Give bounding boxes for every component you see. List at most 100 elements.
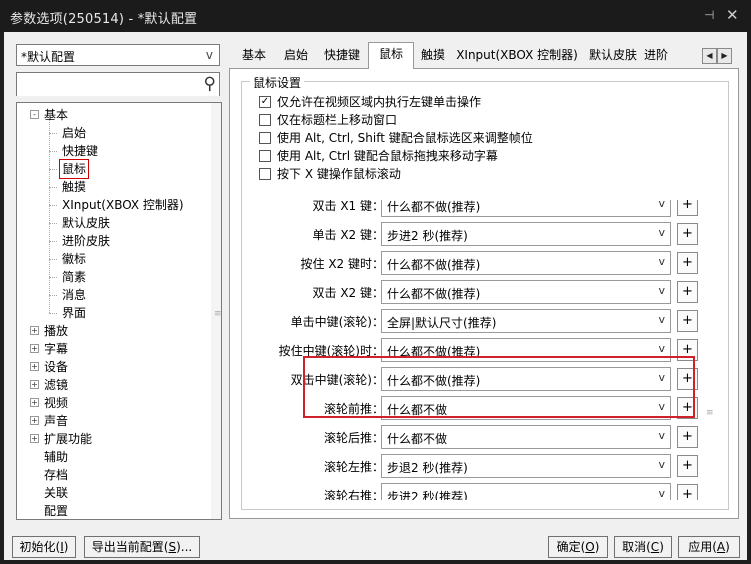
tab-1[interactable]: 启始 xyxy=(276,44,316,68)
action-select[interactable]: 什么都不做(推荐) v xyxy=(381,251,671,275)
expander-icon[interactable]: + xyxy=(30,380,39,389)
search-icon[interactable]: ⚲ xyxy=(204,74,216,94)
add-button[interactable]: + xyxy=(677,455,698,477)
chevron-down-icon: v xyxy=(658,200,665,210)
tree-line xyxy=(49,259,57,260)
expander-icon[interactable]: - xyxy=(30,110,39,119)
binding-label: 滚轮后推： xyxy=(323,431,384,445)
binding-list: 双击 X1 键： 什么都不做(推荐) v + 单击 X2 键： 步进2 秒(推荐) v + 按住… xyxy=(252,200,720,500)
tree-group-1-label: 字幕 xyxy=(44,342,69,356)
action-select-value: 步退2 秒(推荐) xyxy=(387,461,468,475)
tree-group-3-label: 滤镜 xyxy=(44,378,69,392)
checkbox[interactable] xyxy=(259,150,271,162)
tree-line xyxy=(49,313,57,314)
tree-leaf-0-label: 辅助 xyxy=(44,450,69,464)
scroll-grip-icon[interactable]: ≡ xyxy=(706,409,714,418)
tab-scroll: ◀ ▶ xyxy=(702,47,734,64)
group-title: 鼠标设置 xyxy=(250,74,305,91)
action-select-value: 什么都不做 xyxy=(387,432,448,446)
chevron-down-icon: v xyxy=(658,255,665,268)
tree-group-2-label: 设备 xyxy=(44,360,69,374)
add-button[interactable]: + xyxy=(677,426,698,448)
add-button[interactable]: + xyxy=(677,281,698,303)
chevron-down-icon: v xyxy=(658,313,665,326)
binding-label: 双击 X2 键： xyxy=(312,286,385,300)
export-button[interactable]: 导出当前配置(S)... xyxy=(84,536,200,558)
chevron-down-icon: v xyxy=(658,342,665,355)
action-select[interactable]: 全屏|默认尺寸(推荐) v xyxy=(381,309,671,333)
tab-scroll-left-icon[interactable]: ◀ xyxy=(702,48,717,64)
action-select-value: 什么都不做(推荐) xyxy=(387,258,481,272)
binding-label: 滚轮右推： xyxy=(323,489,384,500)
expander-icon[interactable]: + xyxy=(30,344,39,353)
tab-0[interactable]: 基本 xyxy=(232,44,276,68)
tree-item-0-label: 启始 xyxy=(62,126,87,140)
checkbox-label: 按下 X 键操作鼠标滚动 xyxy=(277,167,401,181)
tree-item-7-label: 徽标 xyxy=(62,252,87,266)
cancel-button-key: C xyxy=(650,540,660,554)
tab-6[interactable]: 默认皮肤 xyxy=(582,44,644,68)
tree-scrollbar[interactable]: ≡ xyxy=(211,103,222,519)
checkbox[interactable] xyxy=(259,168,271,180)
tab-4[interactable]: 触摸 xyxy=(414,44,452,68)
add-button[interactable]: + xyxy=(677,223,698,245)
apply-button[interactable]: 应用(A) xyxy=(678,536,740,558)
close-icon[interactable]: ✕ xyxy=(726,6,739,24)
scroll-grip-icon[interactable]: ≡ xyxy=(214,310,222,319)
settings-tree: - 基本 启始 快捷键 鼠标 触摸 XInput(XBOX 控制器) 默认皮肤 进阶皮肤 徽标 简素… xyxy=(16,102,222,520)
action-select[interactable]: 步退2 秒(推荐) v xyxy=(381,454,671,478)
chevron-down-icon: v xyxy=(658,284,665,297)
add-button[interactable]: + xyxy=(677,252,698,274)
init-button[interactable]: 初始化(I) xyxy=(12,536,76,558)
title-bar[interactable]: 参数选项(250514) - *默认配置 ⊣ ✕ xyxy=(0,0,751,32)
highlight-box xyxy=(303,356,695,418)
tree-line xyxy=(49,223,57,224)
expander-icon[interactable]: + xyxy=(30,362,39,371)
tree-item-1-label: 快捷键 xyxy=(62,144,99,158)
expander-icon[interactable]: + xyxy=(30,416,39,425)
action-select[interactable]: 什么都不做(推荐) v xyxy=(381,200,671,217)
tab-7[interactable]: 进阶 xyxy=(644,44,668,68)
chevron-down-icon: v xyxy=(658,429,665,442)
tree-line xyxy=(49,151,57,152)
expander-icon[interactable]: + xyxy=(30,398,39,407)
tree-group-4-label: 视频 xyxy=(44,396,69,410)
tab-3[interactable]: 鼠标 xyxy=(368,42,414,69)
action-select-value: 全屏|默认尺寸(推荐) xyxy=(387,316,497,330)
action-select[interactable]: 什么都不做 v xyxy=(381,425,671,449)
list-scrollbar[interactable]: ≡ xyxy=(706,200,716,500)
tab-scroll-right-icon[interactable]: ▶ xyxy=(717,48,732,64)
search-input[interactable]: ⚲ xyxy=(16,72,220,96)
cancel-button[interactable]: 取消(C) xyxy=(614,536,672,558)
profile-select-value: *默认配置 xyxy=(21,50,76,64)
profile-select[interactable]: *默认配置 v xyxy=(16,44,220,66)
checkbox[interactable] xyxy=(259,132,271,144)
expander-icon[interactable]: + xyxy=(30,326,39,335)
tab-2[interactable]: 快捷键 xyxy=(316,44,368,68)
tree-item-4-label: XInput(XBOX 控制器) xyxy=(62,198,184,212)
tree-leaf-1-label: 存档 xyxy=(44,468,69,482)
export-button-key: S xyxy=(168,540,177,554)
add-button[interactable]: + xyxy=(677,310,698,332)
tab-bar: 基本 启始 快捷键 鼠标 触摸 XInput(XBOX 控制器) 默认皮肤 进阶 xyxy=(232,42,732,69)
add-button[interactable]: + xyxy=(677,200,698,216)
expander-icon[interactable]: + xyxy=(30,434,39,443)
tree-item-8-label: 简素 xyxy=(62,270,87,284)
add-button[interactable]: + xyxy=(677,484,698,500)
checkbox[interactable] xyxy=(259,114,271,126)
ok-button[interactable]: 确定(O) xyxy=(548,536,608,558)
tree-line xyxy=(49,295,57,296)
action-select[interactable]: 步进2 秒(推荐) v xyxy=(381,483,671,500)
tree-line xyxy=(49,187,57,188)
action-select[interactable]: 步进2 秒(推荐) v xyxy=(381,222,671,246)
action-select[interactable]: 什么都不做(推荐) v xyxy=(381,280,671,304)
binding-label: 单击 X2 键： xyxy=(312,228,385,242)
checkbox-label: 使用 Alt, Ctrl, Shift 键配合鼠标选区来调整帧位 xyxy=(277,131,533,145)
tab-5[interactable]: XInput(XBOX 控制器) xyxy=(452,44,582,68)
tree-line xyxy=(49,117,50,313)
apply-button-key: A xyxy=(716,540,726,554)
checkbox[interactable]: ✓ xyxy=(259,96,271,108)
binding-row: 单击 X2 键： 步进2 秒(推荐) v + xyxy=(252,222,720,246)
preferences-window: 参数选项(250514) - *默认配置 ⊣ ✕ *默认配置 v ⚲ - 基本 启始… xyxy=(0,0,751,564)
pin-icon[interactable]: ⊣ xyxy=(704,8,714,22)
